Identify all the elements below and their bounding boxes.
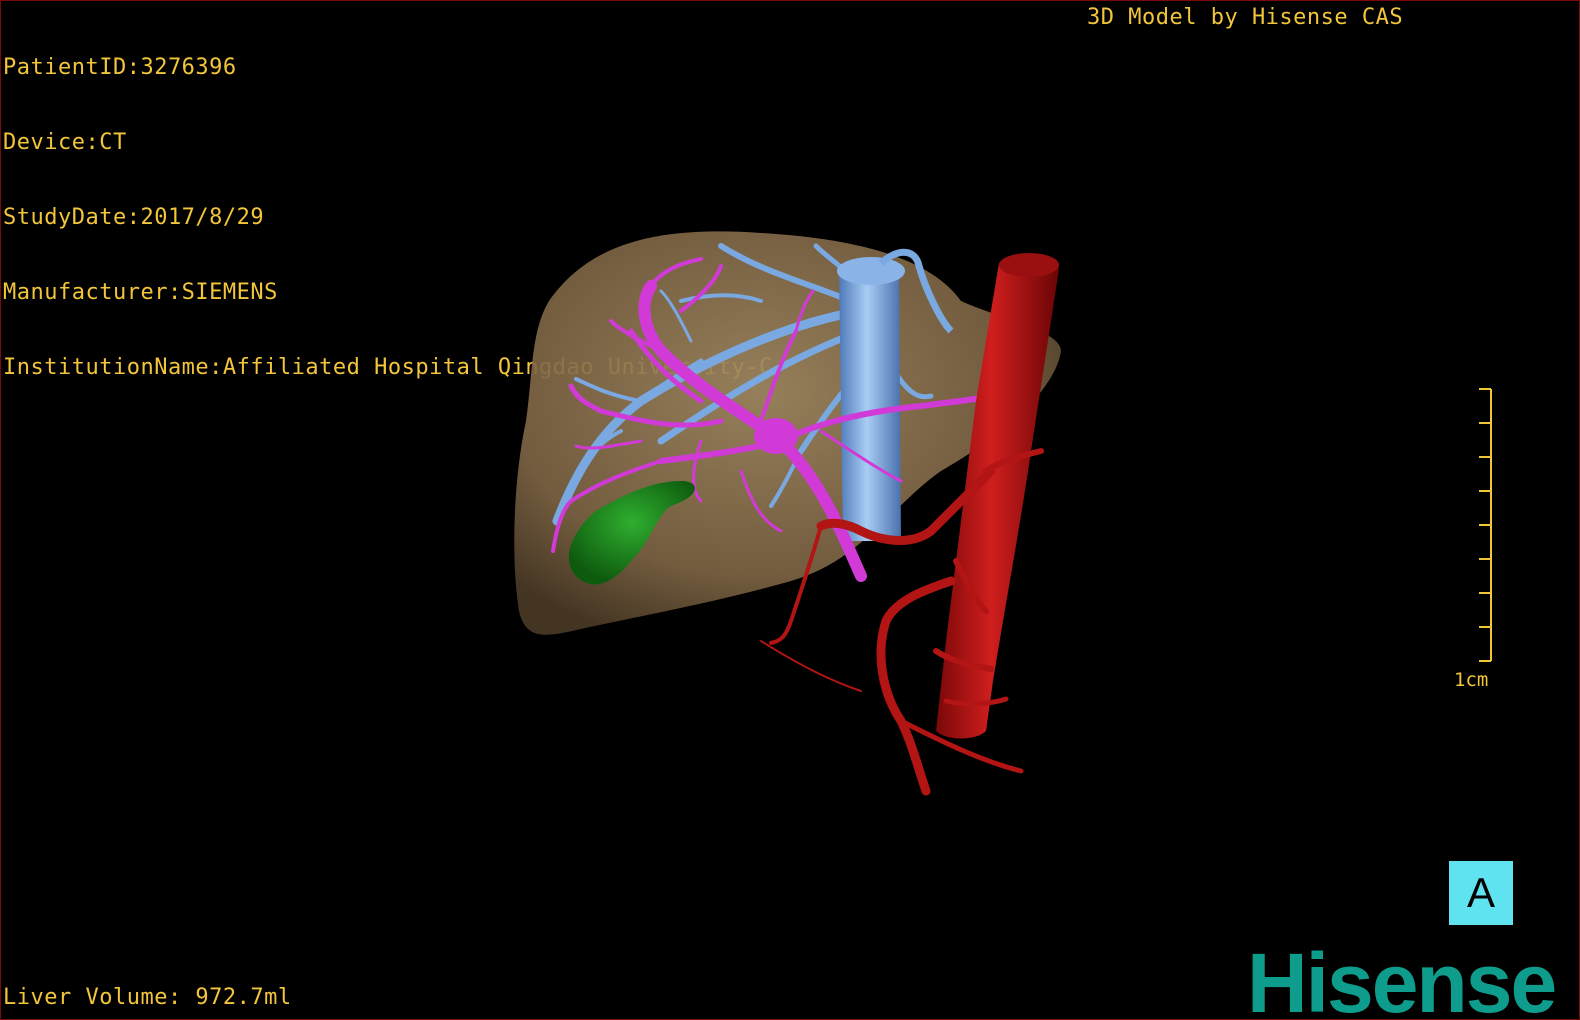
inferior-vena-cava [839, 271, 901, 541]
3d-viewport[interactable]: PatientID:3276396 Device:CT StudyDate:20… [0, 0, 1580, 1020]
liver-volume-text: Liver Volume: 972.7ml [3, 985, 292, 1010]
liver-3d-model[interactable] [1, 1, 1579, 1019]
scale-label: 1cm [1454, 669, 1489, 691]
hisense-logo: Hisense [1247, 936, 1557, 1020]
view-orientation-button[interactable]: A [1449, 861, 1513, 925]
scale-bar [1479, 388, 1492, 662]
